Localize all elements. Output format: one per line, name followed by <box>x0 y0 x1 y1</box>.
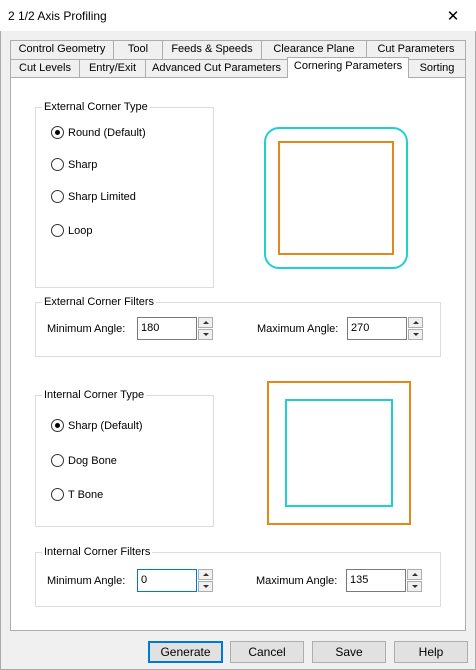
arrow-down-icon <box>202 585 209 588</box>
int-min-angle-spinner[interactable] <box>198 569 213 592</box>
spin-up-button[interactable] <box>408 317 423 328</box>
title-bar: 2 1/2 Axis Profiling ✕ <box>0 0 476 31</box>
arrow-down-icon <box>202 333 209 336</box>
external-tool-path <box>264 127 408 269</box>
group-label: External Corner Filters <box>42 296 157 309</box>
tab-sorting[interactable]: Sorting <box>408 59 466 78</box>
radio-int-t-bone[interactable]: T Bone <box>51 488 103 501</box>
radio-ext-loop[interactable]: Loop <box>51 224 92 237</box>
spin-down-button[interactable] <box>407 581 422 592</box>
tab-cornering-parameters[interactable]: Cornering Parameters <box>287 57 409 78</box>
help-button[interactable]: Help <box>394 641 468 663</box>
ext-max-angle-spinner[interactable] <box>408 317 423 340</box>
radio-label: Sharp <box>68 158 98 171</box>
spin-down-button[interactable] <box>408 329 423 340</box>
radio-label: T Bone <box>68 488 104 501</box>
external-corner-preview <box>264 127 408 269</box>
radio-button[interactable] <box>51 126 64 139</box>
radio-label: Sharp Limited <box>68 190 136 203</box>
group-label: External Corner Type <box>42 101 150 114</box>
internal-corner-preview <box>267 381 411 525</box>
radio-int-sharp[interactable]: Sharp (Default) <box>51 419 143 432</box>
arrow-down-icon <box>411 585 418 588</box>
radio-ext-sharp[interactable]: Sharp <box>51 158 97 171</box>
tab-advanced-cut-parameters[interactable]: Advanced Cut Parameters <box>145 59 288 78</box>
radio-label: Dog Bone <box>68 454 117 467</box>
group-label: Internal Corner Filters <box>42 546 153 559</box>
radio-button[interactable] <box>51 488 64 501</box>
radio-button[interactable] <box>51 158 64 171</box>
tab-cut-levels[interactable]: Cut Levels <box>10 59 80 78</box>
radio-button[interactable] <box>51 419 64 432</box>
close-icon[interactable]: ✕ <box>430 0 476 31</box>
radio-label: Sharp (Default) <box>68 419 143 432</box>
spin-up-button[interactable] <box>407 569 422 580</box>
ext-max-angle-label: Maximum Angle: <box>257 323 339 335</box>
window-border-left <box>0 31 1 670</box>
internal-tool-path <box>285 399 393 507</box>
external-part-outline <box>278 141 394 255</box>
arrow-up-icon <box>202 321 209 324</box>
radio-button[interactable] <box>51 190 64 203</box>
radio-int-dog-bone[interactable]: Dog Bone <box>51 454 117 467</box>
int-min-angle-input[interactable]: 0 <box>137 569 197 592</box>
ext-min-angle-input[interactable]: 180 <box>137 317 197 340</box>
radio-label: Loop <box>68 224 93 237</box>
spin-up-button[interactable] <box>198 317 213 328</box>
radio-button[interactable] <box>51 224 64 237</box>
tab-entry-exit[interactable]: Entry/Exit <box>79 59 146 78</box>
group-label: Internal Corner Type <box>42 389 147 402</box>
cornering-parameters-panel: External Corner Type Round (Default) Sha… <box>10 77 466 631</box>
spin-down-button[interactable] <box>198 329 213 340</box>
spin-up-button[interactable] <box>198 569 213 580</box>
ext-min-angle-spinner[interactable] <box>198 317 213 340</box>
arrow-up-icon <box>412 321 419 324</box>
int-max-angle-input[interactable]: 135 <box>346 569 406 592</box>
radio-ext-round[interactable]: Round (Default) <box>51 126 146 139</box>
tab-feeds-speeds[interactable]: Feeds & Speeds <box>162 40 262 59</box>
internal-corner-type-group: Internal Corner Type Sharp (Default) Dog… <box>35 389 214 527</box>
tab-tool[interactable]: Tool <box>113 40 163 59</box>
internal-part-outline <box>267 381 411 525</box>
arrow-down-icon <box>412 333 419 336</box>
window-title: 2 1/2 Axis Profiling <box>8 9 107 23</box>
ext-min-angle-label: Minimum Angle: <box>47 323 126 335</box>
radio-button[interactable] <box>51 454 64 467</box>
int-min-angle-label: Minimum Angle: <box>47 575 126 587</box>
int-max-angle-spinner[interactable] <box>407 569 422 592</box>
generate-button[interactable]: Generate <box>148 641 223 663</box>
spin-down-button[interactable] <box>198 581 213 592</box>
external-corner-type-group: External Corner Type Round (Default) Sha… <box>35 101 214 288</box>
arrow-up-icon <box>411 573 418 576</box>
ext-max-angle-input[interactable]: 270 <box>347 317 407 340</box>
radio-ext-sharp-limited[interactable]: Sharp Limited <box>51 190 136 203</box>
arrow-up-icon <box>202 573 209 576</box>
int-max-angle-label: Maximum Angle: <box>256 575 338 587</box>
external-corner-filters-group: External Corner Filters Minimum Angle: 1… <box>35 296 441 357</box>
tab-control-geometry[interactable]: Control Geometry <box>10 40 114 59</box>
cancel-button[interactable]: Cancel <box>230 641 304 663</box>
radio-label: Round (Default) <box>68 126 146 139</box>
internal-corner-filters-group: Internal Corner Filters Minimum Angle: 0… <box>35 546 441 607</box>
save-button[interactable]: Save <box>312 641 386 663</box>
